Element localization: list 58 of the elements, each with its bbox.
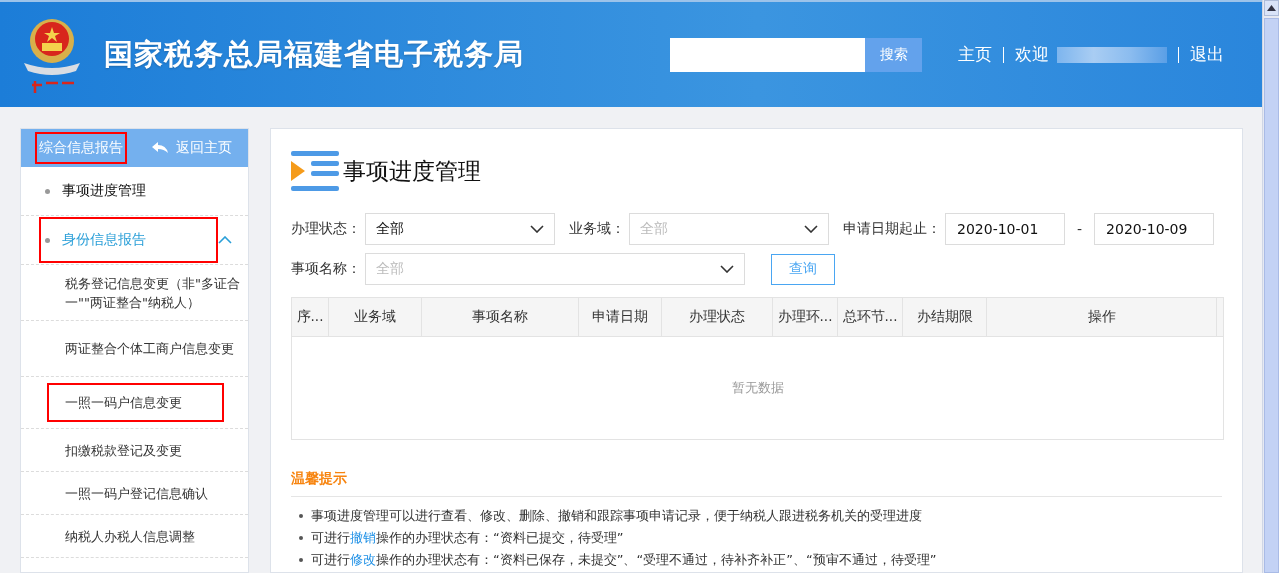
scroll-up-button[interactable] (1263, 0, 1279, 16)
sidebar-subitem[interactable]: 一照一码户登记信息确认 (65, 483, 208, 503)
date-separator: - (1077, 221, 1083, 237)
page-title: 事项进度管理 (343, 156, 481, 186)
search-field[interactable] (670, 37, 865, 72)
tip-link[interactable]: 撤销 (350, 530, 376, 545)
tip-text: 事项进度管理可以进行查看、修改、删除、撤销和跟踪事项申请记录，便于纳税人跟进税务机关的受理进度 (311, 507, 922, 525)
tip-text: 可进行撤销操作的办理状态有：“资料已提交，待受理” (311, 529, 624, 547)
sidebar-item-label: 事项进度管理 (62, 182, 147, 200)
filter-label: 业务域： (569, 220, 625, 238)
date-to-field[interactable]: 2020-10-09 (1094, 213, 1215, 245)
filter-label: 办理状态： (291, 220, 361, 238)
date-from-field[interactable]: 2020-10-01 (945, 213, 1065, 245)
column-header: 业务域 (329, 298, 422, 336)
sidebar-item-label: 身份信息报告 (62, 231, 147, 249)
item-name-select[interactable]: 全部 (365, 253, 745, 285)
back-arrow-icon (152, 142, 168, 154)
sidebar-section-title[interactable]: 综合信息报告 (35, 132, 127, 164)
caret-up-icon (218, 236, 232, 244)
column-header: 事项名称 (422, 298, 579, 336)
sidebar-subitem[interactable]: 两证整合个体工商户信息变更 (65, 339, 234, 358)
back-home-link[interactable]: 返回主页 (152, 139, 232, 157)
nav-link[interactable]: 欢迎 (1015, 43, 1049, 66)
caret-up-icon (1266, 5, 1276, 11)
nav-link[interactable]: 退出 (1190, 43, 1224, 66)
chevron-down-icon (804, 225, 818, 233)
column-header: 操作 (987, 298, 1217, 336)
column-header: 总环节... (838, 298, 903, 336)
tips-title: 温馨提示 (291, 470, 1222, 497)
site-title: 国家税务总局福建省电子税务局 (104, 35, 524, 73)
filter-label: 事项名称： (291, 260, 361, 278)
status-select[interactable]: 全部 (365, 213, 555, 245)
domain-select[interactable]: 全部 (629, 213, 829, 245)
bullet-icon (299, 536, 303, 540)
bullet-icon (299, 558, 303, 562)
bullet-icon (45, 188, 50, 194)
tip-link[interactable]: 修改 (350, 552, 376, 567)
search-button[interactable]: 搜索 (865, 37, 922, 72)
tip-text: 可进行修改操作的办理状态有：“资料已保存，未提交”、“受理不通过，待补齐补正”、“预审不通过，待受理” (311, 551, 937, 569)
empty-message: 暂无数据 (731, 379, 784, 397)
chevron-down-icon (720, 265, 734, 273)
column-header: 办理状态 (662, 298, 773, 336)
filter-label: 申请日期起止： (843, 220, 941, 238)
bullet-icon (45, 237, 50, 243)
sidebar-subitem[interactable]: 一照一码户信息变更 (47, 383, 224, 422)
column-header: 办结期限 (903, 298, 987, 336)
sidebar-subitem[interactable]: 税务登记信息变更（非"多证合一""两证整合"纳税人） (65, 273, 244, 312)
nav-link[interactable]: 主页 (958, 43, 992, 66)
column-header: 申请日期 (579, 298, 662, 336)
sidebar-subitem[interactable]: 纳税人办税人信息调整 (65, 526, 195, 546)
chevron-down-icon (530, 225, 544, 233)
sidebar-item[interactable]: 事项进度管理 (21, 167, 248, 216)
column-header: 序... (292, 298, 329, 336)
query-button[interactable]: 查询 (771, 253, 835, 285)
bullet-icon (299, 514, 303, 518)
sidebar-subitem[interactable]: 扣缴税款登记及变更 (65, 440, 182, 460)
list-icon (291, 151, 339, 191)
column-header: 办理环... (773, 298, 838, 336)
